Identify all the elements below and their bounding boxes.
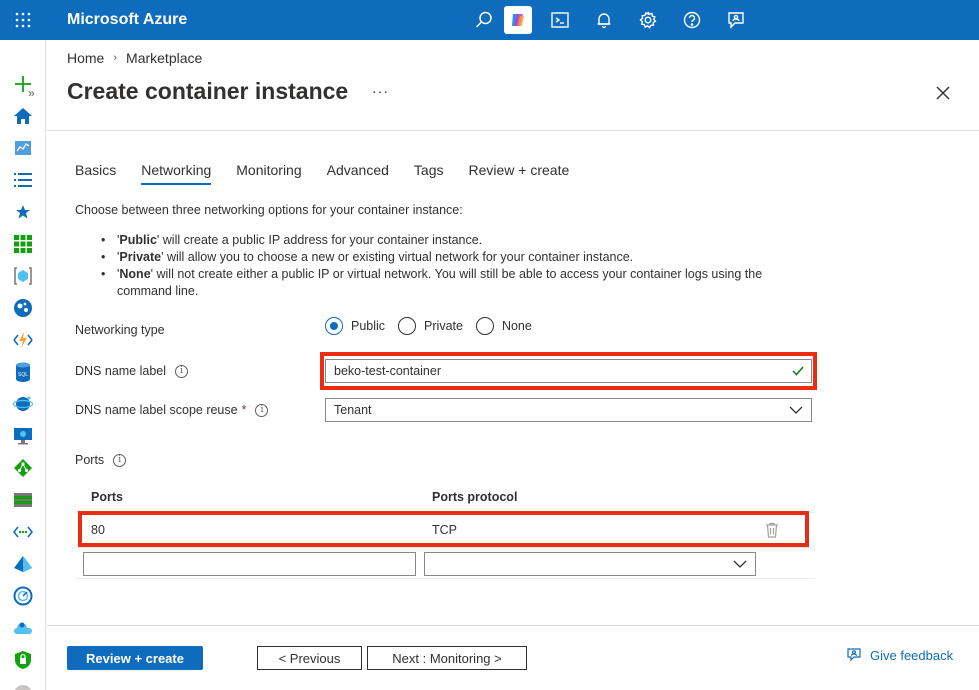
sql-databases-icon[interactable]: SQL: [13, 362, 33, 382]
table-row: 80 TCP: [82, 515, 805, 543]
help-icon[interactable]: [680, 8, 704, 32]
wizard-tabs: Basics Networking Monitoring Advanced Ta…: [75, 162, 594, 185]
brand-title[interactable]: Microsoft Azure: [67, 11, 187, 29]
list-item: 'Public' will create a public IP address…: [101, 232, 807, 249]
create-resource-icon[interactable]: [13, 74, 33, 94]
breadcrumb-marketplace[interactable]: Marketplace: [126, 50, 202, 66]
cloud-shell-icon[interactable]: [548, 8, 572, 32]
new-protocol-select[interactable]: [424, 552, 756, 576]
networking-intro: Choose between three networking options …: [75, 203, 463, 217]
tab-basics[interactable]: Basics: [75, 162, 116, 184]
virtual-machines-icon[interactable]: [13, 426, 33, 446]
entra-id-icon[interactable]: [13, 554, 33, 574]
breadcrumb-separator: ›: [113, 52, 118, 64]
dns-name-label-input[interactable]: beko-test-container: [325, 359, 812, 383]
column-header-ports-protocol: Ports protocol: [432, 490, 518, 504]
cosmos-db-icon[interactable]: [13, 394, 33, 414]
all-services-icon[interactable]: [13, 170, 33, 190]
footer-divider: [47, 625, 979, 626]
ports-section-label: Ports i: [75, 453, 127, 467]
info-icon[interactable]: i: [255, 403, 269, 417]
tab-networking[interactable]: Networking: [141, 162, 212, 185]
feedback-icon[interactable]: [724, 8, 748, 32]
feedback-person-icon: [846, 647, 862, 663]
monitor-icon[interactable]: [13, 586, 33, 606]
load-balancers-icon[interactable]: [13, 458, 33, 478]
radio-private[interactable]: Private: [398, 317, 463, 335]
networking-options-list: 'Public' will create a public IP address…: [101, 232, 807, 300]
tab-review-create[interactable]: Review + create: [469, 162, 570, 184]
left-navigation: » SQL: [0, 40, 46, 690]
delete-icon[interactable]: [765, 522, 779, 541]
virtual-networks-icon[interactable]: [13, 522, 33, 542]
tab-advanced[interactable]: Advanced: [327, 162, 389, 184]
networking-type-radio-group: Public Private None: [325, 317, 545, 335]
next-monitoring-button[interactable]: Next : Monitoring >: [367, 646, 527, 670]
storage-accounts-icon[interactable]: [13, 490, 33, 510]
table-divider: [75, 578, 815, 579]
list-item: 'None' will not create either a public I…: [101, 266, 807, 300]
info-icon[interactable]: i: [113, 453, 127, 467]
tab-monitoring[interactable]: Monitoring: [236, 162, 301, 184]
more-options-button[interactable]: ···: [372, 83, 389, 99]
top-bar: Microsoft Azure: [0, 0, 979, 40]
defender-icon[interactable]: [13, 650, 33, 670]
protocol-value: TCP: [432, 523, 457, 537]
networking-type-label: Networking type: [75, 323, 165, 337]
chevron-down-icon: [733, 557, 747, 571]
new-port-input[interactable]: [83, 552, 416, 576]
notifications-icon[interactable]: [592, 8, 616, 32]
app-services-icon[interactable]: [13, 298, 33, 318]
give-feedback-link[interactable]: Give feedback: [846, 647, 953, 663]
svg-text:SQL: SQL: [18, 372, 28, 378]
resource-groups-icon[interactable]: [13, 266, 33, 286]
search-icon[interactable]: [472, 8, 496, 32]
checkmark-icon: [791, 364, 805, 381]
function-apps-icon[interactable]: [13, 330, 33, 350]
dashboard-icon[interactable]: [13, 138, 33, 158]
header-divider: [47, 130, 979, 131]
radio-public[interactable]: Public: [325, 317, 385, 335]
advisor-icon[interactable]: [13, 618, 33, 638]
chevron-down-icon: [789, 403, 803, 417]
close-icon[interactable]: [934, 84, 952, 102]
cost-management-icon[interactable]: [13, 678, 33, 690]
info-icon[interactable]: i: [175, 364, 189, 378]
all-resources-icon[interactable]: [13, 234, 33, 254]
page-title: Create container instance: [67, 78, 349, 104]
list-item: 'Private' will allow you to choose a new…: [101, 249, 807, 266]
home-icon[interactable]: [13, 106, 33, 126]
app-launcher-icon[interactable]: [14, 11, 32, 29]
dns-name-label-label: DNS name label i: [75, 364, 189, 378]
dns-scope-reuse-label: DNS name label scope reuse * i: [75, 403, 269, 417]
required-marker: *: [241, 403, 247, 417]
table-divider: [75, 547, 815, 548]
column-header-ports: Ports: [91, 490, 123, 504]
settings-icon[interactable]: [636, 8, 660, 32]
breadcrumb: Home › Marketplace: [67, 50, 202, 66]
port-value: 80: [91, 523, 105, 537]
breadcrumb-home[interactable]: Home: [67, 50, 104, 66]
previous-button[interactable]: < Previous: [257, 646, 362, 670]
radio-none[interactable]: None: [475, 317, 532, 335]
dns-scope-reuse-select[interactable]: Tenant: [325, 398, 812, 422]
tab-tags[interactable]: Tags: [414, 162, 444, 184]
copilot-icon[interactable]: [504, 6, 532, 34]
favorites-icon[interactable]: [13, 202, 33, 222]
review-create-button[interactable]: Review + create: [67, 646, 203, 670]
